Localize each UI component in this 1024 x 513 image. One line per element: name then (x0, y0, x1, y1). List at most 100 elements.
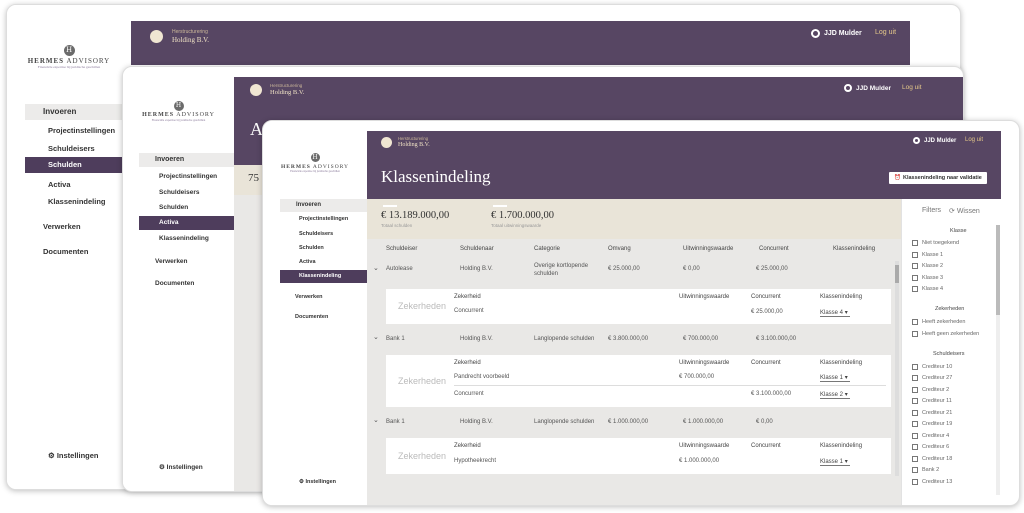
table-scrollbar[interactable] (895, 261, 899, 476)
filter-klasse-0[interactable]: Niet toegekend (912, 240, 959, 246)
sub-col-concurrent: Concurrent (751, 294, 781, 300)
col-omvang: Omvang (608, 246, 631, 252)
checkbox[interactable] (912, 286, 918, 292)
settings-link[interactable]: ⚙ Instellingen (159, 463, 203, 471)
filter-schuldeiser[interactable]: Crediteur 10 (912, 364, 952, 370)
checkbox[interactable] (912, 275, 918, 281)
filter-schuldeiser[interactable]: Crediteur 21 (912, 410, 952, 416)
nav-verwerken[interactable]: Verwerken (295, 294, 323, 300)
logout-link[interactable]: Log uit (902, 84, 922, 91)
nav-schuldeisers[interactable]: Schuldeisers (48, 144, 95, 153)
filter-klasse-4[interactable]: Klasse 4 (912, 286, 943, 292)
checkbox[interactable] (912, 398, 918, 404)
user-menu[interactable]: JJD Mulder (913, 137, 956, 144)
checkbox[interactable] (912, 444, 918, 450)
filter-schuldeiser[interactable]: Crediteur 18 (912, 456, 952, 462)
nav-schulden[interactable]: Schulden (25, 157, 131, 173)
checkbox[interactable] (912, 387, 918, 393)
total-schulden-label: Totaal schulden (381, 223, 413, 228)
checkbox[interactable] (912, 375, 918, 381)
filter-zek-1[interactable]: Heeft geen zekerheden (912, 331, 979, 337)
nav-activa[interactable]: Activa (299, 259, 316, 265)
klasse-select[interactable]: Klasse 4 ▾ (820, 309, 850, 317)
filter-schuldeiser[interactable]: Crediteur 4 (912, 433, 949, 439)
breadcrumb-small: Herstructurering (270, 83, 303, 88)
validate-button[interactable]: ⏰ Klassenindeling naar validatie (889, 172, 987, 184)
checkbox[interactable] (912, 421, 918, 427)
nav-documenten[interactable]: Documenten (155, 280, 194, 287)
checkbox[interactable] (912, 364, 918, 370)
cell-schuldenaar: Holding B.V. (460, 336, 493, 342)
klasse-select[interactable]: Klasse 2 ▾ (820, 391, 850, 399)
nav-schulden[interactable]: Schulden (159, 204, 188, 211)
nav-klassenindeling[interactable]: Klassenindeling (48, 197, 106, 206)
sub-col-klasse: Klassenindeling (820, 294, 863, 300)
logout-link[interactable]: Log uit (965, 137, 983, 143)
settings-link[interactable]: ⚙ Instellingen (299, 479, 336, 485)
nav-documenten[interactable]: Documenten (43, 247, 88, 256)
logout-link[interactable]: Log uit (875, 29, 896, 36)
breadcrumb-big: Holding B.V. (172, 36, 210, 44)
nav-projectinstellingen[interactable]: Projectinstellingen (159, 173, 217, 180)
nav-schulden[interactable]: Schulden (299, 245, 324, 251)
nav-invoeren[interactable]: Invoeren (25, 104, 131, 120)
filter-zek-0[interactable]: Heeft zekerheden (912, 319, 965, 325)
checkbox[interactable] (912, 479, 918, 485)
filter-schuldeiser[interactable]: Crediteur 19 (912, 421, 952, 427)
filters-clear[interactable]: ⟳ Wissen (949, 207, 980, 215)
nav-klassenindeling[interactable]: Klassenindeling (280, 270, 367, 283)
nav-activa[interactable]: Activa (48, 180, 71, 189)
nav-invoeren[interactable]: Invoeren (139, 153, 234, 167)
gear-icon: ⚙ (299, 479, 304, 485)
nav-invoeren[interactable]: Invoeren (280, 199, 367, 212)
nav-projectinstellingen[interactable]: Projectinstellingen (299, 216, 348, 222)
nav-verwerken[interactable]: Verwerken (155, 258, 188, 265)
nav-verwerken[interactable]: Verwerken (43, 222, 81, 231)
checkbox[interactable] (912, 467, 918, 473)
checkbox[interactable] (912, 252, 918, 258)
klasse-select[interactable]: Klasse 1 ▾ (820, 374, 850, 382)
nav-klassenindeling[interactable]: Klassenindeling (159, 235, 209, 242)
chevron-down-icon[interactable]: ⌄ (373, 264, 379, 272)
checkbox[interactable] (912, 433, 918, 439)
filter-schuldeiser[interactable]: Crediteur 6 (912, 444, 949, 450)
filter-schuldeiser[interactable]: Crediteur 27 (912, 375, 952, 381)
table-area: Schuldeiser Schuldenaar Categorie Omvang… (367, 239, 901, 505)
filter-schuldeiser[interactable]: Crediteur 11 (912, 398, 952, 404)
checkbox[interactable] (912, 319, 918, 325)
filter-schuldeiser[interactable]: Bank 2 (912, 467, 939, 473)
filter-schuldeiser[interactable]: Crediteur 13 (912, 479, 952, 485)
filter-klasse-3[interactable]: Klasse 3 (912, 275, 943, 281)
scrollbar-thumb[interactable] (895, 265, 899, 283)
nav-schuldeisers[interactable]: Schuldeisers (159, 189, 199, 196)
col-uitwinningswaarde: Uitwinningswaarde (683, 246, 734, 252)
cell-uitwinning: € 700.000,00 (683, 336, 719, 342)
cell-uitwinning: € 0,00 (683, 266, 700, 272)
filter-klasse-1[interactable]: Klasse 1 (912, 252, 943, 258)
klasse-select[interactable]: Klasse 1 ▾ (820, 458, 850, 466)
settings-link[interactable]: ⚙ Instellingen (48, 451, 99, 460)
nav-projectinstellingen[interactable]: Projectinstellingen (48, 126, 115, 135)
user-menu[interactable]: JJD Mulder (811, 29, 862, 38)
sub-col-concurrent: Concurrent (751, 360, 781, 366)
filter-klasse-2[interactable]: Klasse 2 (912, 263, 943, 269)
chevron-down-icon[interactable]: ⌄ (373, 333, 379, 341)
user-menu[interactable]: JJD Mulder (844, 84, 891, 92)
filter-zek-head: Zekerheden (935, 306, 965, 312)
sub-col-zekerheid: Zekerheid (454, 360, 481, 366)
nav-schuldeisers[interactable]: Schuldeisers (299, 231, 333, 237)
filters-scrollbar[interactable] (996, 225, 1000, 495)
cell-schuldeiser: Bank 1 (386, 419, 405, 425)
nav-activa[interactable]: Activa (139, 216, 234, 230)
checkbox[interactable] (912, 456, 918, 462)
nav-documenten[interactable]: Documenten (295, 314, 328, 320)
chevron-down-icon[interactable]: ⌄ (373, 416, 379, 424)
filter-schuldeiser[interactable]: Crediteur 2 (912, 387, 949, 393)
checkbox[interactable] (912, 240, 918, 246)
totals-bar: € 13.189.000,00 Totaal schulden € 1.700.… (367, 199, 901, 239)
checkbox[interactable] (912, 331, 918, 337)
divider (454, 385, 886, 386)
scrollbar-thumb[interactable] (996, 225, 1000, 315)
checkbox[interactable] (912, 410, 918, 416)
checkbox[interactable] (912, 263, 918, 269)
